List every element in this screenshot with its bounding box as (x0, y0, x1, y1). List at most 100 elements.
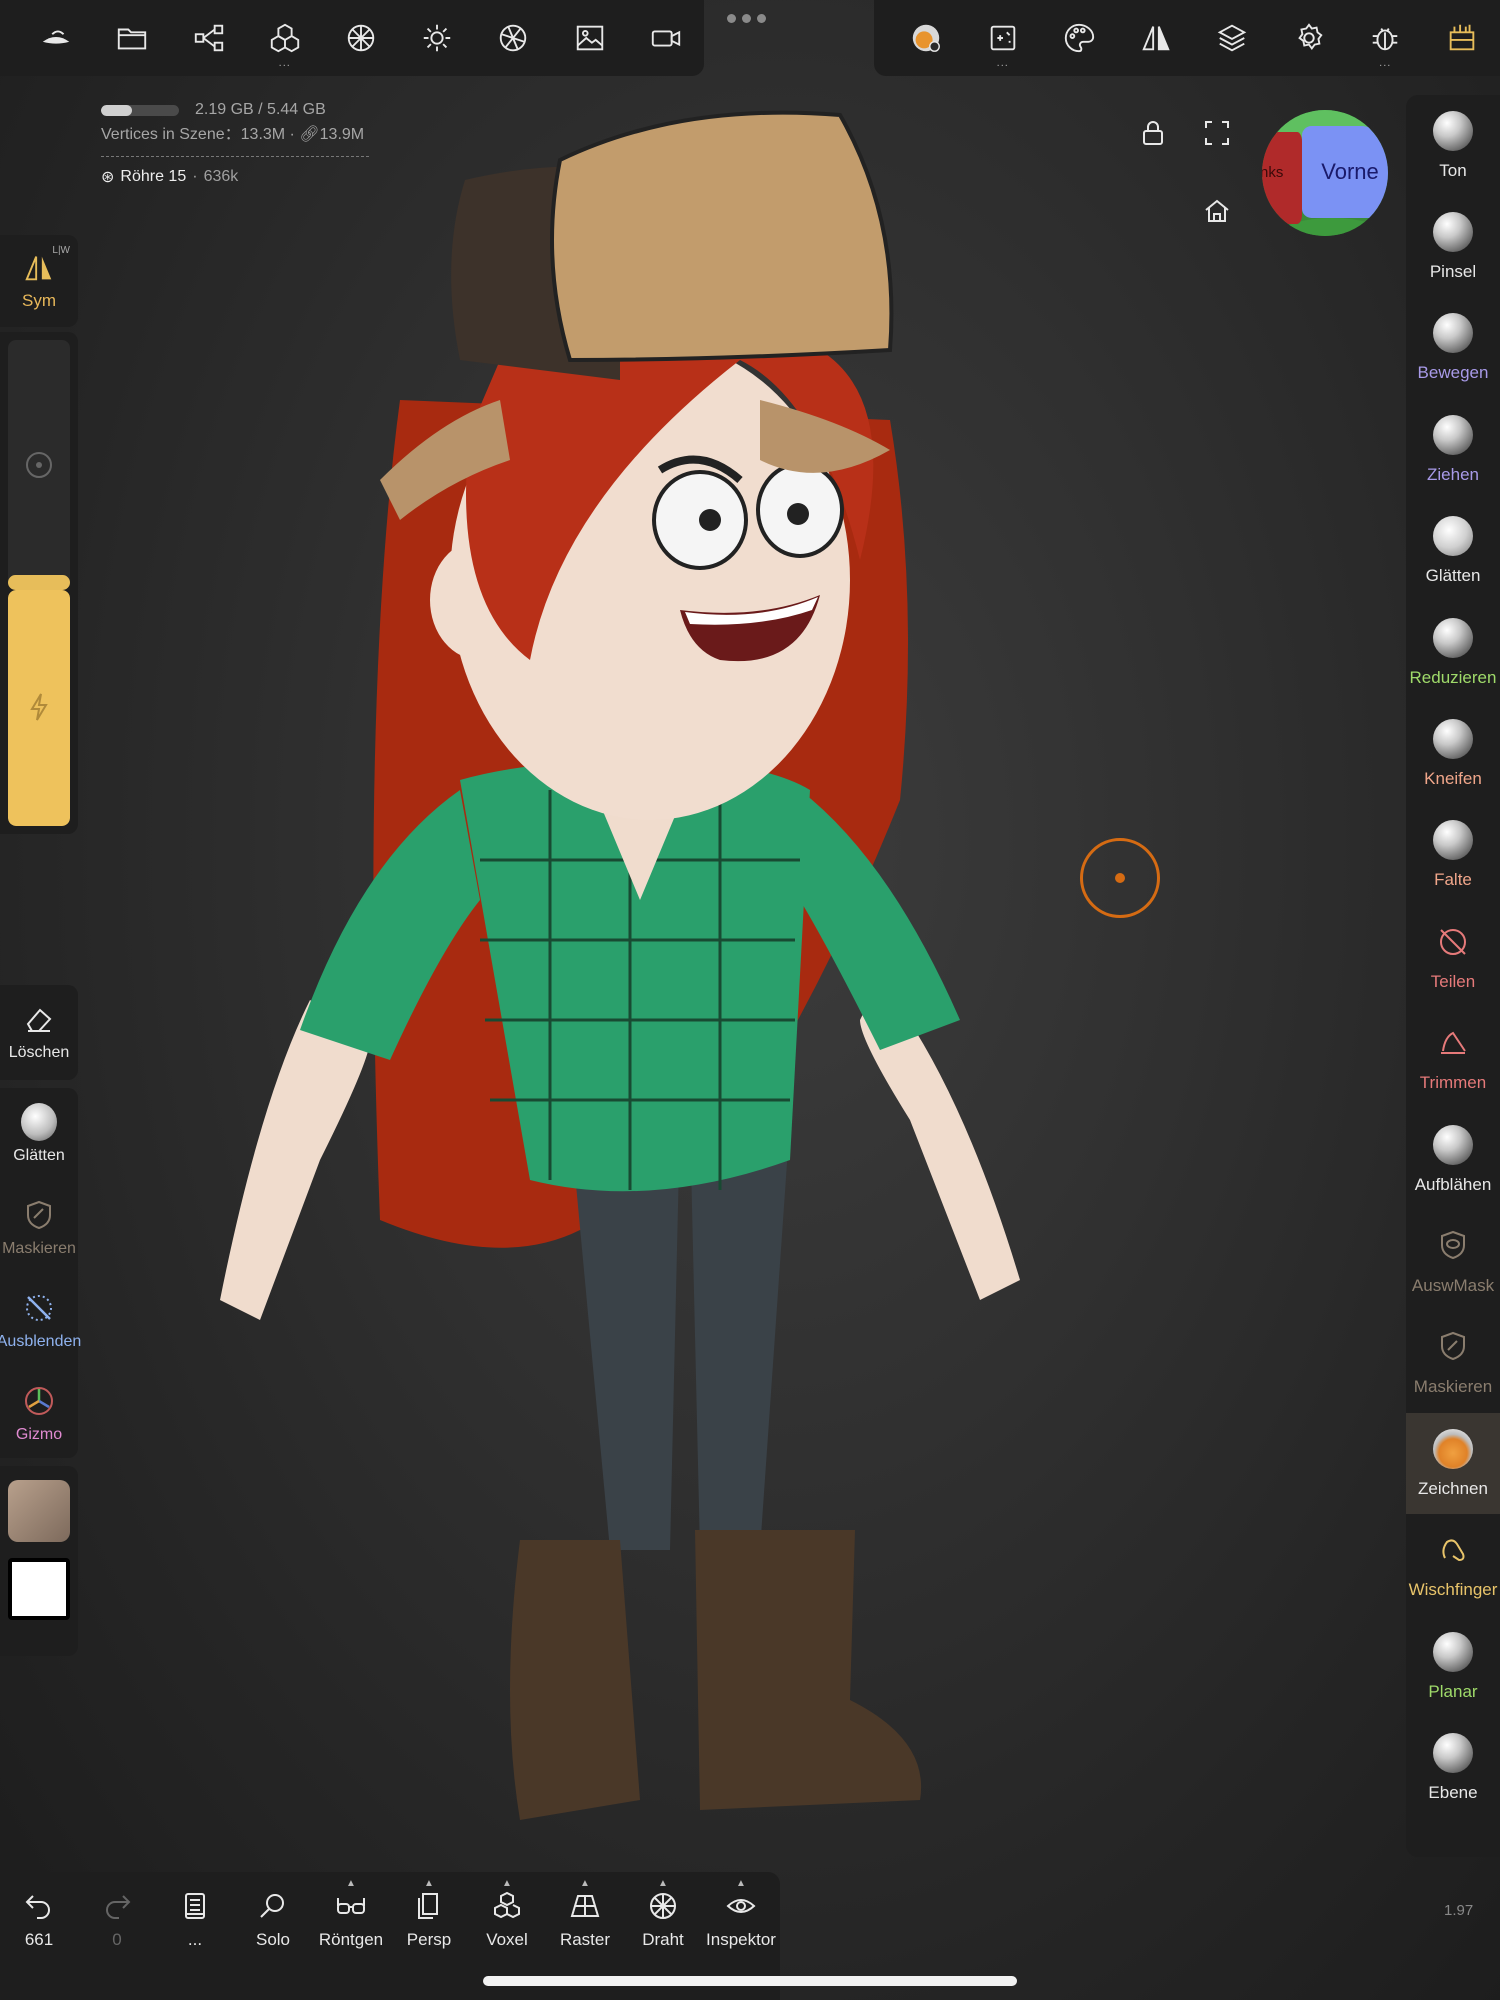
tool-smooth[interactable]: Glätten (1406, 501, 1500, 602)
solo-button[interactable]: Solo (234, 1890, 312, 1950)
tool-flatten[interactable]: Reduzieren (1406, 602, 1500, 703)
bug-icon (1372, 28, 1398, 51)
background-button[interactable] (552, 0, 628, 76)
tool-planar[interactable]: Planar (1406, 1616, 1500, 1717)
material-button[interactable] (888, 0, 965, 76)
tool-label: Reduzieren (1409, 667, 1497, 687)
shading-button[interactable] (475, 0, 551, 76)
split-icon (1440, 928, 1466, 955)
notes-button[interactable]: ... (156, 1890, 234, 1950)
palette-button[interactable] (1041, 0, 1118, 76)
pinch-ball-icon (1433, 719, 1473, 760)
home-indicator[interactable] (483, 1976, 1017, 1986)
undo-icon (25, 1895, 50, 1919)
tool-crease[interactable]: Falte (1406, 805, 1500, 906)
view-cube-front-label: Vorne (1321, 159, 1379, 184)
material-icon (913, 24, 941, 52)
scene-graph-icon (194, 24, 223, 52)
quick-hide-label: Ausblenden (0, 1333, 82, 1350)
hide-icon (26, 1295, 52, 1321)
undo-count: 661 (24, 1930, 54, 1949)
tools-box-icon (1449, 24, 1475, 51)
fullscreen-button[interactable] (1192, 108, 1242, 158)
scene-button[interactable] (170, 0, 246, 76)
tool-pinch[interactable]: Kneifen (1406, 703, 1500, 804)
drag-ball-icon (1433, 414, 1473, 455)
more-menu-handle[interactable] (727, 14, 766, 23)
quick-tools-panel: Glätten Maskieren Ausblenden Gizmo (0, 1088, 82, 1460)
tool-drag[interactable]: Ziehen (1406, 399, 1500, 500)
persp-button[interactable]: ▲ Persp (390, 1878, 468, 1950)
files-button[interactable] (94, 0, 170, 76)
grid-button[interactable]: ▲ Raster (546, 1878, 624, 1950)
radius-icon (26, 452, 52, 478)
smudge-finger-icon (1442, 1539, 1465, 1562)
symmetry-toggle[interactable]: L|W Sym (0, 235, 78, 327)
select-mask-icon (1441, 1230, 1465, 1260)
tool-label: Kneifen (1424, 769, 1482, 789)
layers-button[interactable] (1194, 0, 1271, 76)
smooth-ball-icon (1433, 516, 1473, 557)
inspector-label: Inspektor (706, 1930, 776, 1949)
view-cube[interactable]: nks Vorne (1262, 110, 1388, 236)
tool-select-mask[interactable]: AuswMask (1406, 1210, 1500, 1311)
redo-count: 0 (112, 1930, 122, 1949)
nomad-logo-icon (42, 30, 70, 44)
tool-plane[interactable]: Ebene (1406, 1717, 1500, 1818)
tool-label: Planar (1428, 1681, 1478, 1701)
voxel-button[interactable]: ▲ Voxel (468, 1878, 546, 1950)
topology-button[interactable] (323, 0, 399, 76)
material-color-panel (0, 1466, 78, 1656)
undo-button[interactable]: 661 (0, 1890, 78, 1950)
erase-button[interactable]: Löschen (0, 985, 78, 1078)
quick-gizmo-button[interactable]: Gizmo (0, 1367, 78, 1460)
lock-icon (1143, 121, 1163, 145)
tool-paint[interactable]: Zeichnen (1406, 1413, 1500, 1515)
symmetry-button[interactable] (1118, 0, 1195, 76)
quick-gizmo-label: Gizmo (15, 1426, 63, 1443)
eraser-icon (26, 1008, 52, 1032)
tool-label: Ebene (1428, 1782, 1478, 1802)
xray-button[interactable]: ▲ Röntgen (312, 1878, 390, 1950)
tool-clay[interactable]: Ton (1406, 95, 1500, 196)
settings-button[interactable] (1271, 0, 1348, 76)
inflate-ball-icon (1433, 1124, 1473, 1165)
3d-model-viewport[interactable] (200, 100, 1130, 1840)
quick-mask-label: Maskieren (2, 1240, 76, 1257)
lighting-button[interactable] (399, 0, 475, 76)
voxel-label: Voxel (486, 1930, 528, 1949)
brush-ball-icon (1433, 212, 1473, 253)
tool-smudge[interactable]: Wischfinger (1406, 1514, 1500, 1615)
home-view-button[interactable] (1192, 186, 1242, 236)
wireframe-icon (650, 1893, 676, 1919)
painting-button[interactable]: ... (965, 0, 1042, 76)
radius-slider[interactable] (8, 340, 70, 590)
wireframe-button[interactable]: ▲ Draht (624, 1878, 702, 1950)
xray-label: Röntgen (318, 1930, 384, 1949)
quick-smooth-button[interactable]: Glätten (0, 1088, 78, 1181)
mesh-button[interactable]: ... (247, 0, 323, 76)
tool-split[interactable]: Teilen (1406, 906, 1500, 1007)
folder-icon (118, 28, 147, 50)
debug-button[interactable]: ... (1347, 0, 1424, 76)
erase-panel: Löschen (0, 985, 78, 1080)
solo-label: Solo (255, 1930, 291, 1949)
quick-mask-button[interactable]: Maskieren (0, 1181, 78, 1274)
nomad-logo-button[interactable] (18, 0, 94, 76)
persp-label: Persp (406, 1930, 452, 1949)
plane-ball-icon (1433, 1732, 1473, 1773)
camera-button[interactable] (628, 0, 704, 76)
color-swatch[interactable] (8, 1558, 70, 1620)
tools-box-button[interactable] (1424, 0, 1500, 76)
tool-inflate[interactable]: Aufblähen (1406, 1109, 1500, 1210)
intensity-slider[interactable] (8, 590, 70, 826)
lock-camera-button[interactable] (1128, 108, 1178, 158)
tool-trim[interactable]: Trimmen (1406, 1008, 1500, 1109)
quick-hide-button[interactable]: Ausblenden (0, 1274, 82, 1367)
matcap-preview[interactable] (8, 1480, 70, 1542)
tool-move[interactable]: Bewegen (1406, 298, 1500, 399)
redo-button[interactable]: 0 (78, 1890, 156, 1950)
tool-mask[interactable]: Maskieren (1406, 1312, 1500, 1413)
tool-brush[interactable]: Pinsel (1406, 196, 1500, 297)
inspector-button[interactable]: ▲ Inspektor (702, 1878, 780, 1950)
